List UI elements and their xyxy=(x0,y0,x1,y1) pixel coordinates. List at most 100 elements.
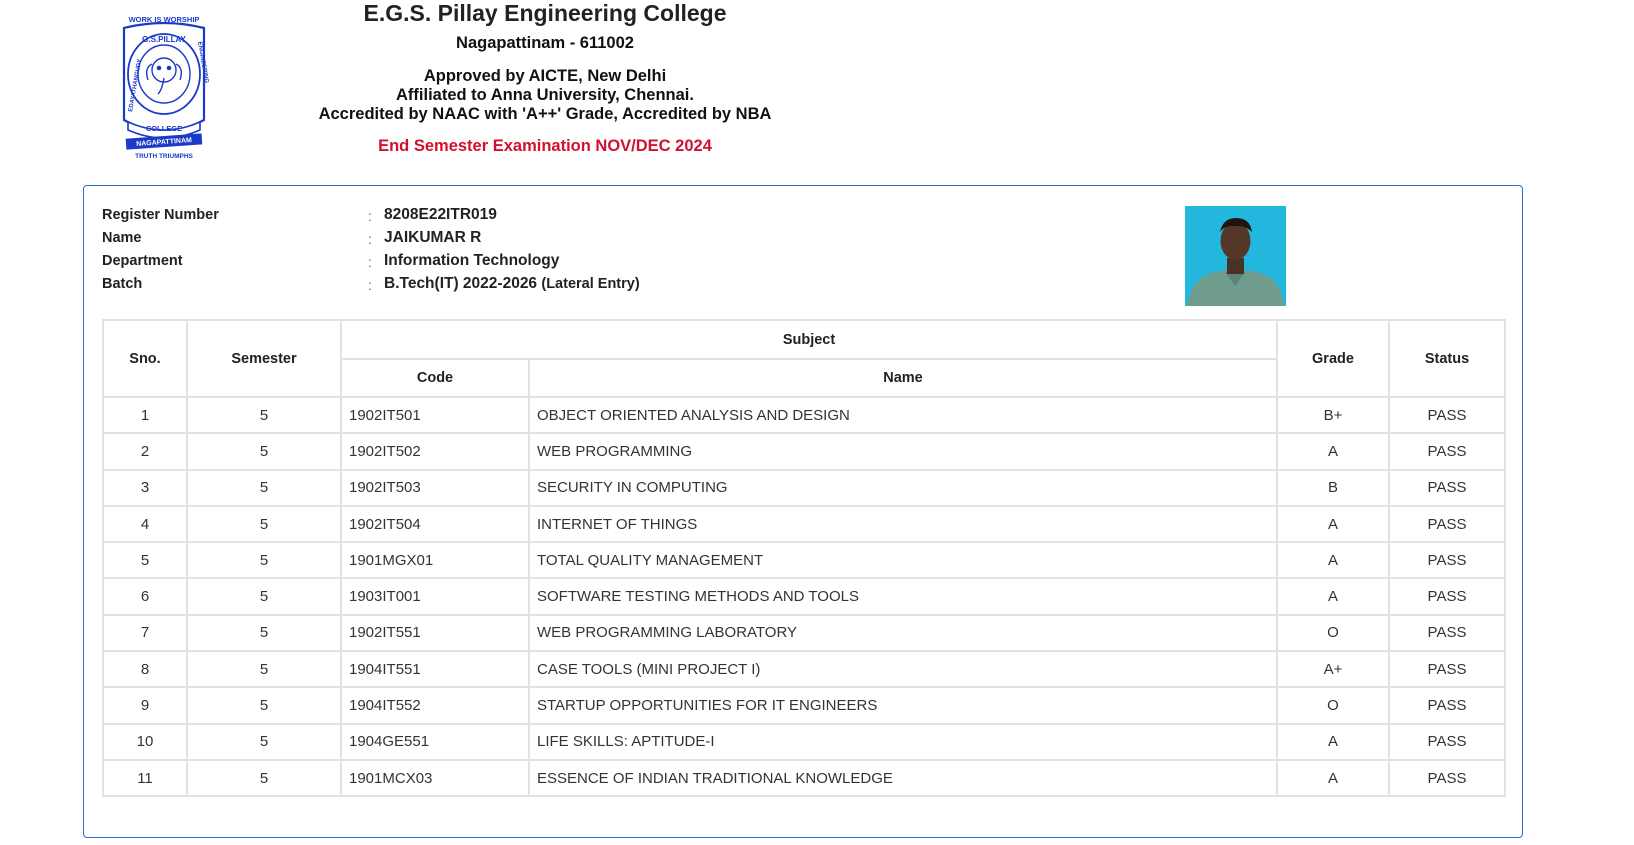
table-row: 4 5 1902IT504 INTERNET OF THINGS A PASS xyxy=(102,504,1506,544)
department-colon: : xyxy=(368,254,372,270)
cell-code: 1902IT502 xyxy=(340,432,530,471)
name-value: JAIKUMAR R xyxy=(384,229,482,246)
cell-status: PASS xyxy=(1388,395,1506,435)
cell-subject-name: SECURITY IN COMPUTING xyxy=(528,468,1278,507)
table-row: 3 5 1902IT503 SECURITY IN COMPUTING B PA… xyxy=(102,468,1506,507)
cell-sno: 7 xyxy=(102,613,188,653)
cell-semester: 5 xyxy=(186,468,342,507)
cell-status: PASS xyxy=(1388,722,1506,761)
department-value: Information Technology xyxy=(384,252,560,269)
college-name: E.G.S. Pillay Engineering College xyxy=(363,0,727,26)
approval-line: Approved by AICTE, New Delhi xyxy=(423,67,667,85)
cell-status: PASS xyxy=(1388,613,1506,653)
cell-status: PASS xyxy=(1388,650,1506,689)
logo-ring-top: G.S.PILLAY xyxy=(142,35,186,44)
cell-grade: O xyxy=(1276,686,1390,725)
cell-status: PASS xyxy=(1388,432,1506,471)
department-label: Department xyxy=(102,253,183,269)
batch-colon: : xyxy=(368,277,372,293)
cell-grade: B xyxy=(1276,468,1390,507)
cell-sno: 9 xyxy=(102,686,188,725)
cell-sno: 1 xyxy=(102,395,188,435)
college-logo: WORK IS WORSHIP G.S.PILLAY EDAYATHANGUDY… xyxy=(122,15,209,160)
cell-code: 1904IT551 xyxy=(340,650,530,689)
header-sno: Sno. xyxy=(102,319,188,398)
header-name: Name xyxy=(528,358,1278,398)
results-table: Sno. Semester Subject Grade Status Code … xyxy=(102,319,1506,798)
cell-sno: 6 xyxy=(102,577,188,616)
accreditation-line: Accredited by NAAC with 'A++' Grade, Acc… xyxy=(318,105,772,123)
cell-subject-name: INTERNET OF THINGS xyxy=(528,504,1278,544)
college-address: Nagapattinam - 611002 xyxy=(456,34,634,52)
table-row: 1 5 1902IT501 OBJECT ORIENTED ANALYSIS A… xyxy=(102,395,1506,435)
table-row: 7 5 1902IT551 WEB PROGRAMMING LABORATORY… xyxy=(102,613,1506,653)
student-photo-icon xyxy=(1185,206,1286,306)
cell-code: 1902IT551 xyxy=(340,613,530,653)
cell-sno: 11 xyxy=(102,758,188,798)
cell-semester: 5 xyxy=(186,432,342,471)
table-row: 2 5 1902IT502 WEB PROGRAMMING A PASS xyxy=(102,432,1506,471)
cell-code: 1904IT552 xyxy=(340,686,530,725)
name-colon: : xyxy=(368,231,372,247)
logo-ribbon-college: COLLEGE xyxy=(146,124,182,133)
student-photo xyxy=(1185,206,1286,306)
table-row: 9 5 1904IT552 STARTUP OPPORTUNITIES FOR … xyxy=(102,686,1506,725)
cell-semester: 5 xyxy=(186,722,342,761)
cell-grade: A xyxy=(1276,432,1390,471)
cell-sno: 4 xyxy=(102,504,188,544)
cell-subject-name: LIFE SKILLS: APTITUDE-I xyxy=(528,722,1278,761)
cell-semester: 5 xyxy=(186,504,342,544)
cell-code: 1903IT001 xyxy=(340,577,530,616)
header-subject: Subject xyxy=(340,319,1278,360)
cell-semester: 5 xyxy=(186,577,342,616)
cell-code: 1901MCX03 xyxy=(340,758,530,798)
cell-code: 1901MGX01 xyxy=(340,541,530,580)
cell-status: PASS xyxy=(1388,577,1506,616)
cell-status: PASS xyxy=(1388,686,1506,725)
cell-subject-name: WEB PROGRAMMING LABORATORY xyxy=(528,613,1278,653)
cell-sno: 2 xyxy=(102,432,188,471)
register-number-label: Register Number xyxy=(102,207,219,223)
header-status: Status xyxy=(1388,319,1506,398)
cell-grade: A+ xyxy=(1276,650,1390,689)
cell-grade: A xyxy=(1276,722,1390,761)
cell-grade: A xyxy=(1276,758,1390,798)
cell-status: PASS xyxy=(1388,758,1506,798)
batch-suffix: (Lateral Entry) xyxy=(541,276,640,292)
cell-subject-name: ESSENCE OF INDIAN TRADITIONAL KNOWLEDGE xyxy=(528,758,1278,798)
table-row: 11 5 1901MCX03 ESSENCE OF INDIAN TRADITI… xyxy=(102,758,1506,798)
table-row: 8 5 1904IT551 CASE TOOLS (MINI PROJECT I… xyxy=(102,650,1506,689)
cell-semester: 5 xyxy=(186,541,342,580)
cell-grade: A xyxy=(1276,541,1390,580)
cell-subject-name: CASE TOOLS (MINI PROJECT I) xyxy=(528,650,1278,689)
cell-code: 1904GE551 xyxy=(340,722,530,761)
cell-code: 1902IT501 xyxy=(340,395,530,435)
header-grade: Grade xyxy=(1276,319,1390,398)
table-row: 10 5 1904GE551 LIFE SKILLS: APTITUDE-I A… xyxy=(102,722,1506,761)
cell-subject-name: OBJECT ORIENTED ANALYSIS AND DESIGN xyxy=(528,395,1278,435)
cell-subject-name: SOFTWARE TESTING METHODS AND TOOLS xyxy=(528,577,1278,616)
cell-status: PASS xyxy=(1388,468,1506,507)
cell-status: PASS xyxy=(1388,504,1506,544)
register-number-value: 8208E22ITR019 xyxy=(384,206,497,223)
cell-status: PASS xyxy=(1388,541,1506,580)
cell-code: 1902IT504 xyxy=(340,504,530,544)
cell-semester: 5 xyxy=(186,613,342,653)
logo-motto: TRUTH TRIUMPHS xyxy=(135,153,193,160)
cell-semester: 5 xyxy=(186,395,342,435)
name-label: Name xyxy=(102,230,142,246)
batch-label: Batch xyxy=(102,276,143,292)
batch-value: B.Tech(IT) 2022-2026 (Lateral Entry) xyxy=(384,275,640,293)
cell-sno: 5 xyxy=(102,541,188,580)
table-row: 6 5 1903IT001 SOFTWARE TESTING METHODS A… xyxy=(102,577,1506,616)
cell-code: 1902IT503 xyxy=(340,468,530,507)
cell-semester: 5 xyxy=(186,650,342,689)
cell-grade: B+ xyxy=(1276,395,1390,435)
batch-value-text: B.Tech(IT) 2022-2026 xyxy=(384,275,538,292)
cell-sno: 8 xyxy=(102,650,188,689)
cell-subject-name: WEB PROGRAMMING xyxy=(528,432,1278,471)
cell-sno: 10 xyxy=(102,722,188,761)
affiliation-line: Affiliated to Anna University, Chennai. xyxy=(396,86,694,104)
header-semester: Semester xyxy=(186,319,342,398)
cell-grade: O xyxy=(1276,613,1390,653)
